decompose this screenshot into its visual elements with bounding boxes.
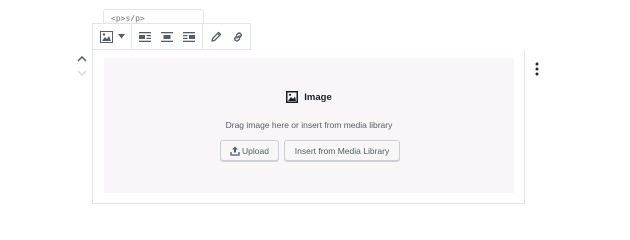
chevron-down-icon: [117, 34, 125, 39]
chevron-down-icon: [77, 70, 87, 76]
alignment-group: [132, 24, 203, 49]
align-right-button[interactable]: [178, 24, 200, 49]
more-vertical-icon: [535, 62, 539, 76]
upload-icon: [230, 146, 240, 156]
align-right-icon: [183, 31, 195, 42]
upload-label: Upload: [242, 146, 269, 156]
placeholder-title: Image: [104, 91, 514, 103]
block-toolbar: [92, 23, 251, 50]
media-library-button[interactable]: Insert from Media Library: [284, 140, 400, 162]
image-icon: [286, 91, 299, 103]
placeholder-actions: Upload Insert from Media Library: [220, 140, 400, 162]
more-options-button[interactable]: [531, 61, 543, 77]
edit-image-button[interactable]: [205, 24, 227, 49]
edit-group: [203, 24, 251, 49]
image-placeholder[interactable]: Image Drag image here or insert from med…: [104, 58, 514, 193]
move-down-button[interactable]: [73, 66, 91, 80]
align-left-button[interactable]: [134, 24, 156, 49]
block-switcher-group: [93, 24, 132, 49]
upload-button[interactable]: Upload: [220, 140, 279, 162]
align-center-icon: [161, 31, 173, 42]
align-center-button[interactable]: [156, 24, 178, 49]
breadcrumb-text: <p>s/p>: [111, 14, 145, 23]
placeholder-title-label: Image: [304, 91, 332, 103]
block-mover: [73, 52, 91, 82]
block-breadcrumb: <p>s/p>: [103, 9, 204, 24]
placeholder-instructions: Drag image here or insert from media lib…: [225, 120, 393, 130]
chevron-up-icon: [77, 56, 87, 62]
image-icon: [99, 30, 113, 43]
align-left-icon: [139, 31, 151, 42]
block-switcher-button[interactable]: [95, 24, 129, 49]
insert-link-button[interactable]: [227, 24, 249, 49]
move-up-button[interactable]: [73, 52, 91, 66]
pencil-icon: [210, 31, 221, 42]
media-library-label: Insert from Media Library: [294, 146, 390, 156]
link-icon: [234, 31, 242, 42]
